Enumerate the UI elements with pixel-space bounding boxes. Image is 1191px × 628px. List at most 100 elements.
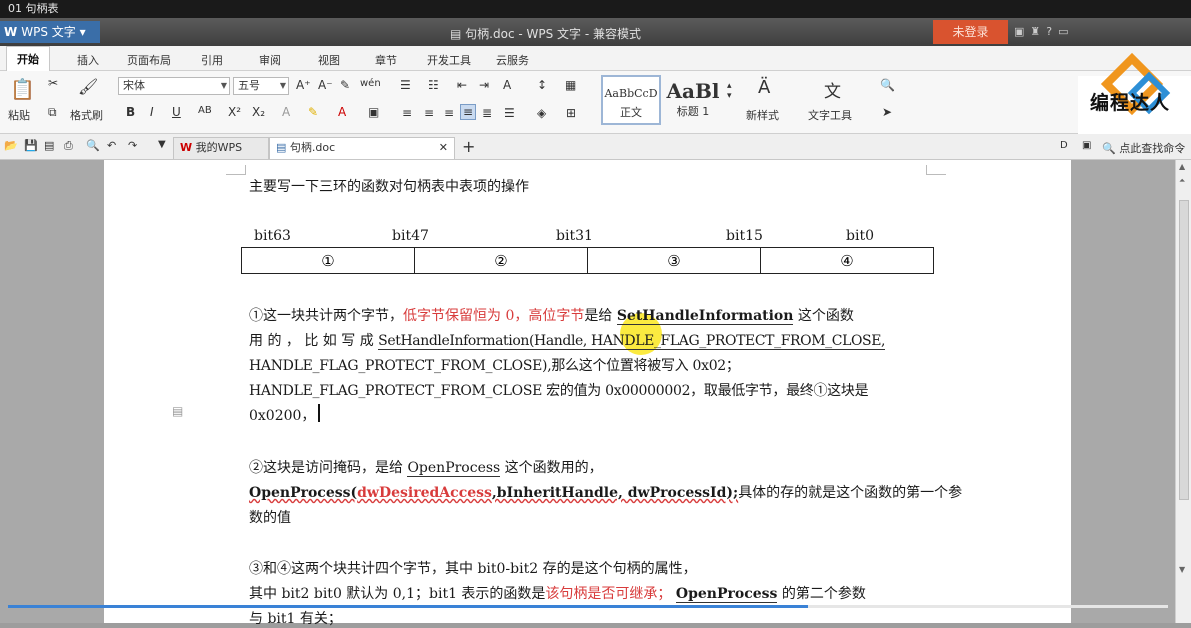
increase-indent-icon[interactable]: ⇥ [479,78,489,92]
borders-icon[interactable]: ⊞ [566,106,576,120]
decrease-indent-icon[interactable]: ⇤ [457,78,467,92]
new-tab-icon[interactable]: + [462,137,475,156]
collapse-ribbon-icon[interactable]: ▣ [1082,140,1091,151]
numbering-icon[interactable]: ☷ [428,78,439,92]
chevron-down-icon: ▼ [220,81,227,90]
chevron-down-icon: ▾ [79,25,86,39]
format-painter-button[interactable]: 格式刷 [70,107,103,123]
style-normal[interactable]: AaBbCcD 正文 [601,75,661,125]
tab-home[interactable]: 开始 [6,46,50,71]
bullets-icon[interactable]: ☰ [400,78,411,92]
shading-icon[interactable]: ◈ [537,106,546,120]
red-text-run: 低字节保留恒为 0，高位字节 [403,308,585,324]
d-icon[interactable]: D [1060,140,1068,151]
print-icon[interactable]: ⎙ [64,139,73,153]
wps-logo-icon: W [4,25,18,39]
style-heading1[interactable]: AaBl 标题 1 [663,75,723,125]
tab-chapter[interactable]: 章节 [375,52,397,68]
font-color-icon[interactable]: A [338,105,346,119]
tab-mywps[interactable]: W 我的WPS ✕ [173,137,269,174]
tab-insert[interactable]: 插入 [77,52,99,68]
shrink-font-icon[interactable]: A⁻ [318,78,333,92]
select-icon[interactable]: ➤ [882,105,892,119]
strikethrough-icon[interactable]: AB [198,105,212,116]
clear-format-icon[interactable]: ✎ [340,78,350,92]
vertical-scrollbar[interactable]: ▲ ⏶ ▼ [1175,160,1191,623]
title-bar: W WPS 文字 ▾ ▤ 句柄.doc - WPS 文字 - 兼容模式 未登录 ▣… [0,18,1191,46]
document-title-text: 句柄.doc - WPS 文字 - 兼容模式 [465,27,641,41]
find-icon[interactable]: 🔍 [880,78,895,92]
bold-icon[interactable]: B [126,105,135,119]
tab-view[interactable]: 视图 [318,52,340,68]
justify-icon[interactable]: ≡ [460,104,477,120]
new-style-button[interactable]: 新样式 [746,107,779,123]
subscript-icon[interactable]: X₂ [252,105,265,119]
tab-review[interactable]: 审阅 [259,52,281,68]
red-text-run: 该句柄是否可继承； [545,586,672,602]
highlight-icon[interactable]: ✎ [308,105,318,119]
font-size-value: 五号 [238,79,260,92]
scroll-up-icon[interactable]: ▲ [1179,162,1185,171]
save-icon[interactable]: 💾 [24,139,38,152]
chevron-down-icon[interactable]: ▼ [158,139,166,150]
app-menu-button[interactable]: W WPS 文字 ▾ [0,21,100,43]
scroll-down-icon[interactable]: ▼ [1179,565,1185,574]
font-size-select[interactable]: 五号 ▼ [233,77,289,95]
text-effect-icon[interactable]: A [282,105,290,119]
phonetic-icon[interactable]: wén [360,78,381,89]
undo-icon[interactable]: ↶ [107,139,116,152]
font-name-select[interactable]: 宋体 ▼ [118,77,230,95]
skin-icon[interactable]: ▣ [1014,25,1030,38]
find-command-field[interactable]: 🔍 点此查找命令 [1102,140,1185,156]
align-right-icon[interactable]: ≡ [444,106,454,120]
open-icon[interactable]: 📂 [4,139,18,152]
align-left-icon[interactable]: ≡ [402,106,412,120]
new-style-icon[interactable]: Ä [758,77,770,98]
paste-icon[interactable]: 📋 [10,77,35,101]
copy-icon[interactable]: ⧉ [48,105,57,120]
underline-icon[interactable]: U [172,105,181,119]
function-name: OpenProcess( [249,485,358,501]
sort-icon[interactable]: ↕ [537,78,547,92]
paragraph-layout-icon[interactable]: ▤ [172,404,183,418]
tab-developer[interactable]: 开发工具 [427,52,471,68]
align-center-icon[interactable]: ≡ [424,106,434,120]
format-painter-icon[interactable]: 🖌 [78,77,98,96]
print-preview-icon[interactable]: 🔍 [86,139,100,152]
app-name: WPS 文字 [21,25,76,39]
table-cell: ④ [760,247,934,274]
show-marks-icon[interactable]: ▦ [565,78,576,92]
chevron-down-icon: ▼ [279,81,286,90]
export-pdf-icon[interactable]: ▤ [44,139,54,152]
distributed-icon[interactable]: ≣ [482,106,492,120]
doc-heading: 主要写一下三环的函数对句柄表中表项的操作 [249,179,529,195]
text-tools-icon[interactable]: 文 [824,77,841,102]
login-button[interactable]: 未登录 [933,20,1008,44]
minimize-icon[interactable]: ▭ [1058,25,1074,38]
tab-references[interactable]: 引用 [201,52,223,68]
scrollbar-thumb[interactable] [1179,200,1189,500]
text-caret [318,404,320,422]
superscript-icon[interactable]: X² [228,105,241,119]
tab-page-layout[interactable]: 页面布局 [127,52,171,68]
close-icon[interactable]: ✕ [439,138,448,158]
italic-icon[interactable]: I [150,105,154,119]
tab-document[interactable]: ▤ 句柄.doc ✕ [269,137,455,159]
help-icon[interactable]: ? [1046,25,1058,38]
scroll-top-icon[interactable]: ⏶ [1179,176,1185,186]
tab-cloud[interactable]: 云服务 [496,52,529,68]
cut-icon[interactable]: ✂ [48,76,58,90]
paste-button[interactable]: 粘贴 [8,107,30,123]
paragraph-3-line-1: ③和④这两个块共计四个字节，其中 bit0-bit2 存的是这个句柄的属性， [249,561,697,577]
redo-icon[interactable]: ↷ [128,139,137,152]
text-run: 是给 [584,308,617,324]
char-shading-icon[interactable]: ▣ [368,105,379,119]
text-tools-button[interactable]: 文字工具 [808,107,852,123]
shirt-icon[interactable]: ♜ [1030,25,1046,38]
line-spacing-icon[interactable]: ☰ [504,106,515,120]
styles-scroll-icon[interactable]: ▴ ▾ [727,81,732,101]
chinese-layout-icon[interactable]: A [503,78,511,92]
grow-font-icon[interactable]: A⁺ [296,78,311,92]
table-cell: ② [414,247,588,274]
video-progress-bar[interactable] [8,605,1168,608]
